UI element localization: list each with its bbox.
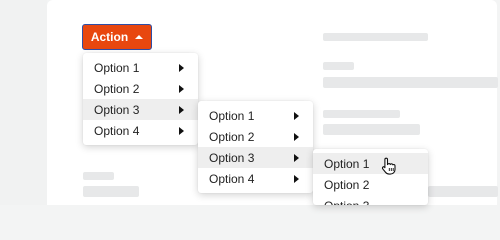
menu-item-option-2[interactable]: Option 2	[83, 78, 198, 99]
dropdown-menu-level-3: Option 1 Option 2 Option 3	[313, 149, 428, 205]
menu-item-label: Option 3	[324, 199, 369, 206]
chevron-right-icon	[294, 153, 299, 162]
skeleton-line	[323, 124, 420, 135]
chevron-right-icon	[294, 174, 299, 183]
caret-up-icon	[135, 34, 144, 39]
menu-item-label: Option 2	[209, 129, 255, 144]
skeleton-line	[323, 62, 354, 70]
chevron-right-icon	[179, 105, 184, 114]
action-button-label: Action	[90, 30, 129, 44]
left-strip	[0, 0, 47, 205]
skeleton-line	[323, 77, 498, 88]
chevron-right-icon	[294, 111, 299, 120]
skeleton-line	[83, 186, 139, 197]
menu-item-option-4[interactable]: Option 4	[83, 120, 198, 141]
dropdown-menu-level-1: Option 1 Option 2 Option 3 Option 4	[83, 53, 198, 145]
menu-item-label: Option 1	[324, 156, 370, 171]
chevron-right-icon	[179, 126, 184, 135]
menu-item-option-3[interactable]: Option 3	[83, 99, 198, 120]
menu-item-label: Option 2	[94, 81, 140, 96]
skeleton-line	[83, 172, 114, 180]
chevron-right-icon	[294, 132, 299, 141]
menu-item-label: Option 4	[209, 171, 255, 186]
skeleton-line	[323, 110, 400, 118]
menu-item-option-1[interactable]: Option 1	[313, 153, 428, 174]
menu-item-label: Option 4	[94, 123, 140, 138]
menu-item-option-2[interactable]: Option 2	[198, 126, 313, 147]
menu-item-label: Option 1	[94, 60, 140, 75]
menu-item-label: Option 3	[209, 150, 255, 165]
menu-item-option-3[interactable]: Option 3	[313, 195, 428, 206]
menu-item-label: Option 2	[324, 177, 370, 192]
action-button[interactable]: Action	[82, 24, 152, 50]
menu-item-option-4[interactable]: Option 4	[198, 168, 313, 189]
hand-pointer-icon	[381, 157, 396, 175]
menu-item-label: Option 1	[209, 108, 255, 123]
chevron-right-icon	[179, 63, 184, 72]
menu-item-option-1[interactable]: Option 1	[83, 57, 198, 78]
menu-item-option-2[interactable]: Option 2	[313, 174, 428, 195]
menu-item-option-3[interactable]: Option 3	[198, 147, 313, 168]
menu-item-label: Option 3	[94, 102, 140, 117]
menu-item-option-1[interactable]: Option 1	[198, 105, 313, 126]
chevron-right-icon	[179, 84, 184, 93]
dropdown-menu-level-2: Option 1 Option 2 Option 3 Option 4	[198, 101, 313, 193]
skeleton-line	[323, 33, 428, 41]
skeleton-line	[428, 186, 498, 197]
